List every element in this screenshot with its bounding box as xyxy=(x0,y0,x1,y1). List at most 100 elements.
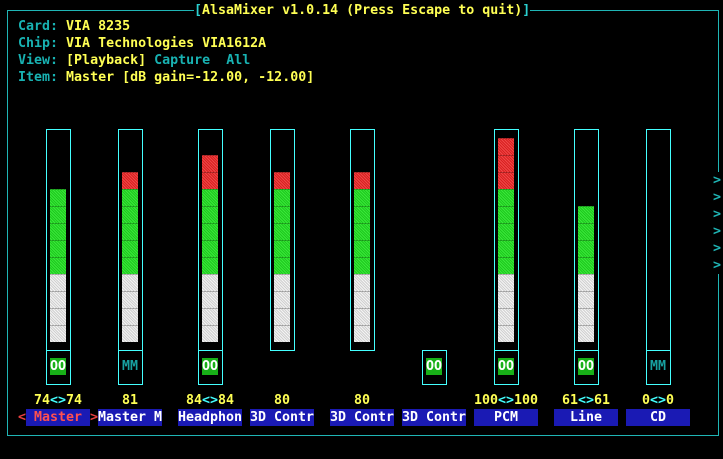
volume-level-cell xyxy=(50,325,66,342)
selected-left-marker: < xyxy=(18,410,27,425)
scroll-right-arrow-icon[interactable]: > xyxy=(713,240,722,257)
scroll-right-arrow-icon[interactable]: > xyxy=(713,257,722,274)
volume-level-cell xyxy=(50,308,66,325)
volume-level-cell xyxy=(274,189,290,206)
scroll-right-arrow-icon[interactable]: > xyxy=(713,206,722,223)
volume-level-cell xyxy=(274,308,290,325)
unmuted-indicator: OO xyxy=(202,358,219,375)
volume-level-cell xyxy=(498,308,514,325)
volume-level-cell xyxy=(122,172,138,189)
volume-level-cell xyxy=(578,206,594,223)
volume-level-cell xyxy=(274,274,290,291)
volume-level-cell xyxy=(578,240,594,257)
volume-value: 80 xyxy=(353,393,370,408)
volume-level-cell xyxy=(274,223,290,240)
channel-name-line[interactable]: Line xyxy=(554,409,618,426)
volume-level-cell xyxy=(122,291,138,308)
volume-level-cell xyxy=(202,291,218,308)
volume-level-cell xyxy=(50,189,66,206)
volume-level-cell xyxy=(354,325,370,342)
volume-level-cell xyxy=(202,240,218,257)
volume-level-cell xyxy=(498,240,514,257)
volume-value: 80 xyxy=(273,393,290,408)
channel-name-master[interactable]: Master xyxy=(26,409,90,426)
channel-name-3d-contr[interactable]: 3D Contr xyxy=(330,409,394,426)
volume-level-cell xyxy=(50,206,66,223)
volume-level-cell xyxy=(202,189,218,206)
volume-level-cell xyxy=(354,291,370,308)
volume-level-cell xyxy=(122,240,138,257)
volume-level-cell xyxy=(50,257,66,274)
volume-level-cell xyxy=(498,172,514,189)
channel-name-master-m[interactable]: Master M xyxy=(98,409,162,426)
volume-level-cell xyxy=(202,172,218,189)
unmuted-indicator: OO xyxy=(426,358,443,375)
volume-level-cell xyxy=(578,291,594,308)
volume-level-cell xyxy=(274,257,290,274)
volume-level-cell xyxy=(498,223,514,240)
volume-slider[interactable] xyxy=(646,129,671,351)
volume-level-cell xyxy=(274,291,290,308)
selected-right-marker: > xyxy=(90,410,99,425)
volume-value: 81 xyxy=(121,393,138,408)
volume-level-cell xyxy=(202,325,218,342)
volume-value: 61<>61 xyxy=(561,393,611,408)
channel-name-headphon[interactable]: Headphon xyxy=(178,409,242,426)
volume-value: 100<>100 xyxy=(473,393,539,408)
volume-level-cell xyxy=(498,189,514,206)
scroll-right-arrow-icon[interactable]: > xyxy=(713,189,722,206)
volume-level-cell xyxy=(498,155,514,172)
view-info: View: [Playback] Capture All xyxy=(18,53,251,68)
volume-level-cell xyxy=(498,206,514,223)
volume-level-cell xyxy=(354,172,370,189)
volume-level-cell xyxy=(202,308,218,325)
volume-level-cell xyxy=(122,274,138,291)
volume-level-cell xyxy=(122,325,138,342)
volume-level-cell xyxy=(354,206,370,223)
volume-level-cell xyxy=(578,223,594,240)
volume-level-cell xyxy=(50,291,66,308)
view-capture[interactable]: Capture xyxy=(154,53,210,68)
volume-value: 0<>0 xyxy=(641,393,675,408)
volume-level-cell xyxy=(354,257,370,274)
volume-value: 84<>84 xyxy=(185,393,235,408)
volume-level-cell xyxy=(274,206,290,223)
volume-level-cell xyxy=(578,274,594,291)
volume-level-cell xyxy=(122,223,138,240)
channel-name-3d-contr[interactable]: 3D Contr xyxy=(402,409,466,426)
volume-level-cell xyxy=(354,274,370,291)
volume-level-cell xyxy=(50,274,66,291)
view-playback[interactable]: [Playback] xyxy=(66,53,146,68)
volume-level-cell xyxy=(498,291,514,308)
volume-level-cell xyxy=(122,189,138,206)
window-title: [AlsaMixer v1.0.14 (Press Escape to quit… xyxy=(194,2,531,19)
channel-name-pcm[interactable]: PCM xyxy=(474,409,538,426)
volume-level-cell xyxy=(122,257,138,274)
volume-level-cell xyxy=(202,274,218,291)
scroll-right-arrow-icon[interactable]: > xyxy=(713,223,722,240)
view-all[interactable]: All xyxy=(226,53,250,68)
chip-info: Chip: VIA Technologies VIA1612A xyxy=(18,36,267,51)
channel-name-3d-contr[interactable]: 3D Contr xyxy=(250,409,314,426)
channel-name-cd[interactable]: CD xyxy=(626,409,690,426)
volume-level-cell xyxy=(50,223,66,240)
item-info: Item: Master [dB gain=-12.00, -12.00] xyxy=(18,70,315,85)
volume-level-cell xyxy=(354,189,370,206)
scroll-right-arrow-icon[interactable]: > xyxy=(713,172,722,189)
volume-level-cell xyxy=(578,325,594,342)
volume-level-cell xyxy=(578,257,594,274)
volume-level-cell xyxy=(50,240,66,257)
volume-level-cell xyxy=(202,223,218,240)
unmuted-indicator: OO xyxy=(498,358,515,375)
volume-level-cell xyxy=(354,223,370,240)
unmuted-indicator: OO xyxy=(578,358,595,375)
card-info: Card: VIA 8235 xyxy=(18,19,131,34)
volume-level-cell xyxy=(274,325,290,342)
volume-level-cell xyxy=(578,308,594,325)
volume-level-cell xyxy=(498,257,514,274)
volume-level-cell xyxy=(354,308,370,325)
volume-level-cell xyxy=(202,155,218,172)
volume-level-cell xyxy=(498,274,514,291)
volume-level-cell xyxy=(498,325,514,342)
muted-indicator: MM xyxy=(650,359,667,374)
